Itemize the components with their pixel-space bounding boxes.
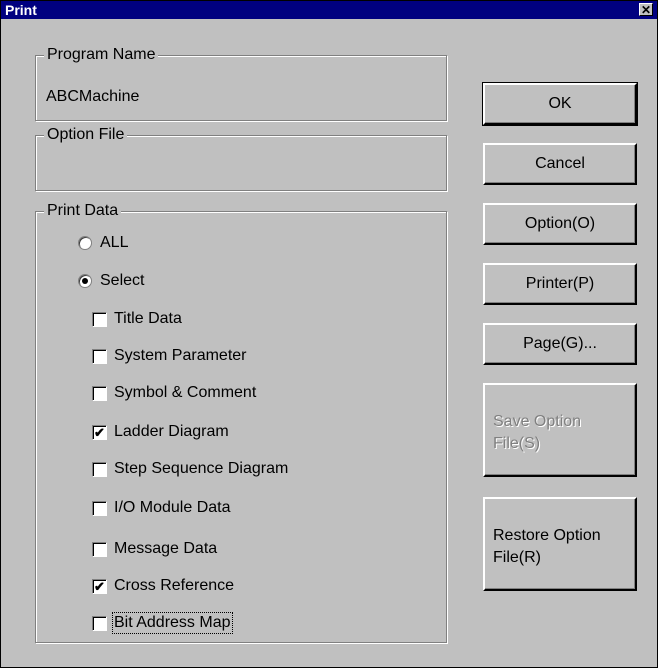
checkbox-io-module-data-label: I/O Module Data [114,499,231,516]
save-option-file-button[interactable]: Save Option File(S) [483,383,637,477]
program-name-value: ABCMachine [46,88,140,105]
printer-button-label: Printer(P) [525,275,595,292]
checkbox-ladder-diagram-label: Ladder Diagram [114,423,229,440]
print-dialog: Print ✕ Program Name ABCMachine Option F… [0,0,658,668]
page-button[interactable]: Page(G)... [483,323,637,365]
radio-select-label: Select [100,272,145,289]
checkbox-title-data-label: Title Data [114,310,182,327]
page-button-label: Page(G)... [523,335,597,352]
save-option-label-line1: Save Option [493,413,582,430]
checkbox-bit-address-map-box [92,616,107,631]
cancel-button[interactable]: Cancel [483,143,637,185]
checkbox-bit-address-map-label: Bit Address Map [112,612,233,634]
radio-select-indicator [78,274,92,288]
checkbox-symbol-comment-box [92,386,107,401]
option-file-legend: Option File [44,126,128,144]
radio-all-indicator [78,236,92,250]
checkbox-cross-reference-label: Cross Reference [114,577,235,594]
program-name-group: Program Name ABCMachine [35,46,447,121]
close-icon[interactable]: ✕ [639,3,653,17]
checkbox-ladder-diagram-box: ✔ [92,425,107,440]
option-button[interactable]: Option(O) [483,203,637,245]
checkbox-title-data-box [92,312,107,327]
checkbox-message-data-label: Message Data [114,540,218,557]
checkbox-step-sequence-diagram-label: Step Sequence Diagram [114,460,289,477]
cancel-button-label: Cancel [535,155,585,172]
title-bar: Print ✕ [1,1,657,19]
print-data-legend: Print Data [44,202,122,220]
ok-button[interactable]: OK [482,82,638,126]
option-button-label: Option(O) [524,215,596,232]
checkbox-step-sequence-diagram-box [92,462,107,477]
program-name-legend: Program Name [44,46,159,64]
checkbox-system-parameter-box [92,349,107,364]
checkbox-symbol-comment-label: Symbol & Comment [114,384,257,401]
checkbox-system-parameter-label: System Parameter [114,347,247,364]
restore-option-label-line1: Restore Option [493,527,601,544]
ok-button-label: OK [548,95,572,112]
restore-option-file-button[interactable]: Restore Option File(R) [483,497,637,591]
save-option-label-line2: File(S) [493,435,541,452]
restore-option-label-line2: File(R) [493,549,541,566]
print-data-group: Print Data ALL Select Title Data System … [35,202,447,643]
option-file-group: Option File [35,126,447,191]
checkbox-cross-reference-box: ✔ [92,579,107,594]
dialog-title: Print [5,2,37,18]
checkbox-message-data-box [92,542,107,557]
radio-all-label: ALL [100,234,129,251]
printer-button[interactable]: Printer(P) [483,263,637,305]
checkbox-io-module-data-box [92,501,107,516]
